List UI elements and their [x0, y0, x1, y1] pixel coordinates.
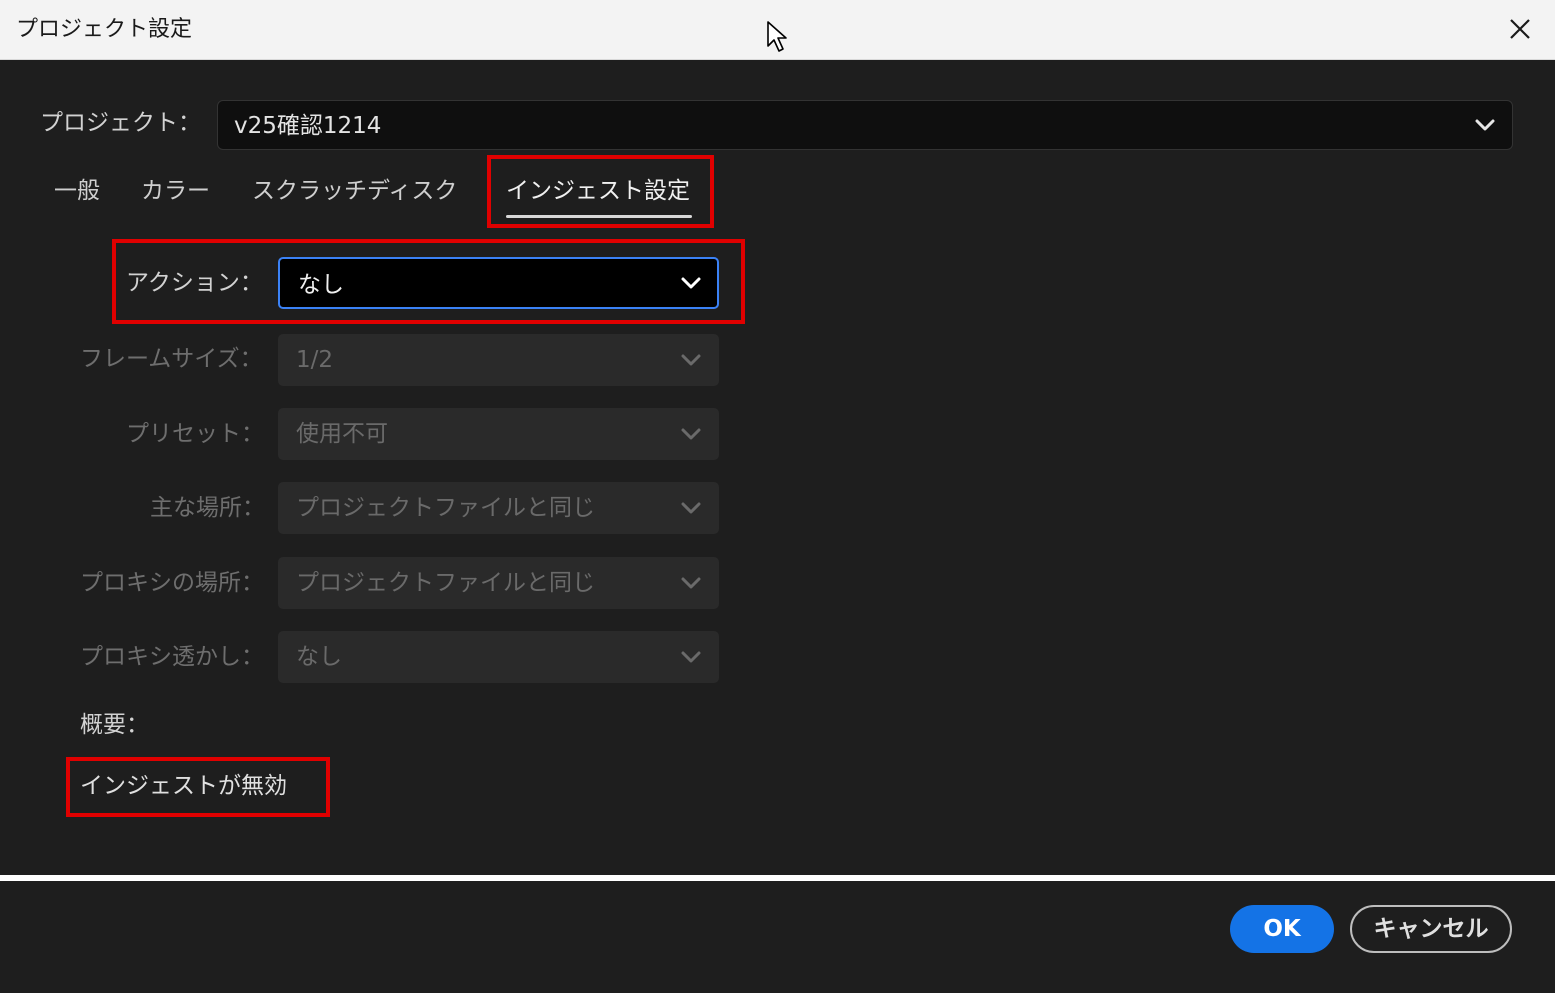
- preset-dropdown: 使用不可: [278, 408, 719, 460]
- summary-label: 概要：: [80, 712, 149, 738]
- close-button[interactable]: [1500, 12, 1540, 48]
- mouse-pointer-icon: [767, 21, 787, 52]
- chevron-down-icon: [681, 354, 701, 366]
- highlight-box-action: [112, 239, 745, 324]
- ok-button[interactable]: OK: [1230, 905, 1334, 953]
- proxy-destination-value: プロジェクトファイルと同じ: [296, 570, 595, 596]
- settings-panel: プロジェクト： v25確認1214 一般 カラー スクラッチディスク インジェス…: [0, 60, 1555, 875]
- frame-size-dropdown: 1/2: [278, 334, 719, 386]
- proxy-watermark-label: プロキシ透かし：: [80, 644, 264, 670]
- chevron-down-icon: [681, 651, 701, 663]
- cancel-button[interactable]: キャンセル: [1350, 905, 1512, 953]
- close-icon: [1510, 19, 1530, 39]
- chevron-down-icon: [681, 502, 701, 514]
- chevron-down-icon: [681, 577, 701, 589]
- primary-destination-value: プロジェクトファイルと同じ: [296, 495, 595, 521]
- tab-general[interactable]: 一般: [54, 175, 100, 207]
- tab-scratch-disks[interactable]: スクラッチディスク: [252, 175, 457, 207]
- tab-color[interactable]: カラー: [141, 175, 210, 207]
- proxy-destination-dropdown: プロジェクトファイルと同じ: [278, 557, 719, 609]
- preset-value: 使用不可: [296, 421, 388, 447]
- primary-destination-label: 主な場所：: [150, 495, 265, 521]
- primary-destination-dropdown: プロジェクトファイルと同じ: [278, 482, 719, 534]
- frame-size-label: フレームサイズ：: [80, 346, 263, 372]
- chevron-down-icon: [681, 428, 701, 440]
- project-select[interactable]: v25確認1214: [217, 100, 1513, 150]
- chevron-down-icon: [1475, 119, 1495, 131]
- project-label: プロジェクト：: [40, 110, 201, 136]
- window-title: プロジェクト設定: [16, 17, 193, 42]
- project-select-value: v25確認1214: [234, 113, 382, 139]
- proxy-watermark-dropdown: なし: [278, 631, 719, 683]
- title-bar: プロジェクト設定: [0, 0, 1555, 60]
- highlight-box-summary: [66, 757, 330, 817]
- proxy-destination-label: プロキシの場所：: [80, 570, 264, 596]
- proxy-watermark-value: なし: [296, 644, 342, 670]
- dialog-footer: OK キャンセル: [0, 881, 1555, 993]
- frame-size-value: 1/2: [296, 347, 334, 373]
- preset-label: プリセット：: [126, 421, 264, 447]
- highlight-box-tab: [487, 155, 714, 228]
